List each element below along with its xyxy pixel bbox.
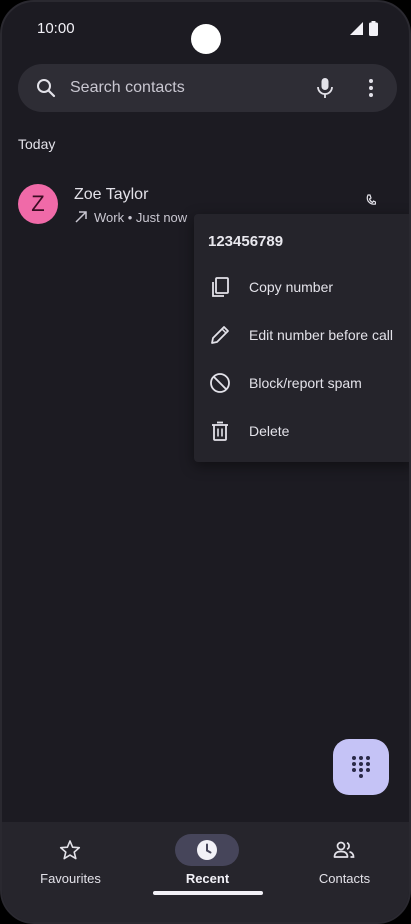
nav-item-recent[interactable]: Recent	[139, 822, 276, 902]
block-icon	[210, 373, 230, 393]
bottom-navigation: Favourites Recent Contacts	[2, 822, 409, 922]
menu-item-copy-number[interactable]: Copy number	[194, 263, 409, 311]
context-menu: 123456789 Copy number Edit number before…	[194, 214, 409, 462]
contact-name: Zoe Taylor	[74, 186, 149, 203]
search-bar[interactable]: Search contacts	[18, 64, 397, 112]
nav-item-contacts[interactable]: Contacts	[276, 822, 409, 902]
status-bar: 10:00	[2, 2, 409, 54]
dialpad-button[interactable]	[333, 739, 389, 795]
menu-item-edit-number[interactable]: Edit number before call	[194, 311, 409, 359]
nav-label: Favourites	[40, 871, 101, 886]
menu-phone-number: 123456789	[208, 233, 284, 250]
dialpad-icon	[352, 756, 370, 778]
call-meta: Work • Just now	[74, 210, 194, 225]
trash-icon	[212, 421, 228, 441]
nav-label: Contacts	[318, 871, 371, 886]
nav-icon-container	[312, 834, 376, 866]
nav-icon-container	[38, 834, 102, 866]
star-icon	[59, 840, 81, 860]
search-input[interactable]: Search contacts	[70, 79, 185, 97]
phone-screen: 10:00 Search contacts Today Z Zoe Taylor…	[0, 0, 411, 924]
menu-item-label: Block/report spam	[249, 375, 362, 391]
pencil-icon	[211, 326, 229, 344]
menu-item-delete[interactable]: Delete	[194, 407, 409, 455]
menu-item-label: Copy number	[249, 279, 334, 295]
home-indicator[interactable]	[153, 891, 263, 895]
more-options-icon[interactable]	[363, 77, 379, 99]
call-meta-text: Work • Just now	[94, 210, 188, 225]
outgoing-arrow-icon	[75, 211, 87, 223]
call-icon[interactable]	[366, 194, 376, 206]
battery-icon	[369, 21, 378, 36]
signal-icon	[350, 22, 363, 35]
search-icon	[37, 79, 56, 98]
copy-icon	[212, 277, 229, 297]
menu-item-block-spam[interactable]: Block/report spam	[194, 359, 409, 407]
microphone-icon[interactable]	[316, 77, 334, 99]
menu-item-label: Delete	[249, 423, 290, 439]
nav-item-favourites[interactable]: Favourites	[2, 822, 139, 902]
menu-item-label: Edit number before call	[249, 327, 393, 343]
status-time: 10:00	[37, 20, 75, 37]
clock-icon	[197, 840, 217, 860]
people-icon	[333, 841, 355, 858]
nav-label: Recent	[185, 871, 230, 886]
section-label-today: Today	[18, 136, 56, 152]
avatar: Z	[18, 184, 58, 224]
nav-icon-container	[175, 834, 239, 866]
front-camera	[191, 24, 221, 54]
